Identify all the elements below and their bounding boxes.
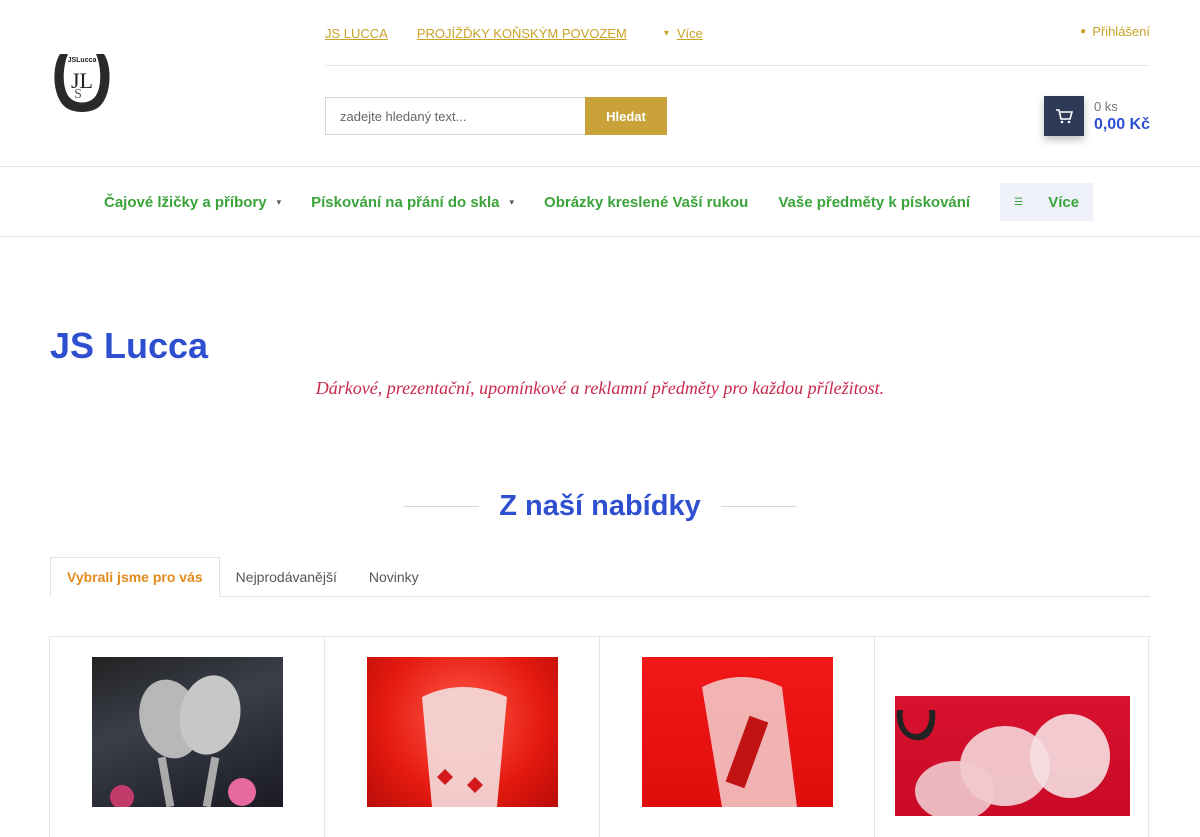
engraved-glass-image: [422, 687, 507, 807]
cart-widget[interactable]: 0 ks 0,00 Kč: [1043, 96, 1150, 136]
chevron-down-icon: ▾: [276, 196, 282, 207]
login-label: Přihlášení: [1092, 24, 1150, 39]
section-title: Z naší nabídky: [499, 490, 701, 522]
product-grid: [49, 636, 1151, 837]
section-heading: Z naší nabídky: [0, 490, 1200, 523]
chevron-down-icon: ▾: [509, 196, 515, 207]
search-input[interactable]: [325, 97, 585, 135]
product-image[interactable]: [642, 657, 833, 807]
top-link-projizdky[interactable]: PROJÍŽĎKY KOŇSKÝM POVOZEM: [417, 26, 627, 41]
product-card[interactable]: [49, 637, 324, 837]
site-header: JSLucca JL S JS LUCCA PROJÍŽĎKY KOŇSKÝM …: [0, 0, 1200, 166]
product-image[interactable]: [92, 657, 283, 807]
tagline: Dárkové, prezentační, upomínkové a rekla…: [315, 378, 885, 398]
nav-more-label: Více: [1048, 193, 1080, 211]
tab-nejprodavanejsi[interactable]: Nejprodávanější: [220, 557, 353, 597]
nav-item-label: Čajové lžičky a příbory: [104, 193, 267, 211]
cart-button[interactable]: [1043, 96, 1084, 136]
engraved-glass-image: [702, 677, 797, 807]
product-card[interactable]: [324, 637, 599, 837]
top-more-menu[interactable]: ▾ Více: [664, 26, 703, 41]
chevron-down-icon: ▾: [663, 27, 669, 39]
nav-item-label: Obrázky kreslené Vaší rukou: [544, 193, 749, 211]
product-tabs: Vybrali jsme pro vás Nejprodávanější Nov…: [50, 557, 1150, 597]
product-card[interactable]: [599, 637, 874, 837]
nav-item-obrazky[interactable]: Obrázky kreslené Vaší rukou: [544, 183, 748, 221]
tab-novinky[interactable]: Novinky: [353, 557, 435, 597]
site-logo[interactable]: JSLucca JL S: [50, 48, 114, 118]
heading-divider-left: [404, 506, 480, 507]
cart-info: 0 ks 0,00 Kč: [1094, 96, 1150, 134]
top-more-link[interactable]: Více: [677, 26, 703, 41]
top-link-js-lucca[interactable]: JS LUCCA: [325, 26, 388, 41]
product-image[interactable]: [367, 657, 558, 807]
heading-divider-right: [720, 506, 796, 507]
nav-item-piskovani[interactable]: Pískování na přání do skla ▾: [311, 183, 514, 221]
main-navigation: Čajové lžičky a příbory ▾ Pískování na p…: [0, 166, 1200, 237]
shopping-cart-icon: [1055, 109, 1073, 124]
nav-item-label: Pískování na přání do skla: [311, 193, 500, 211]
nav-item-vase-predmety[interactable]: Vaše předměty k pískování: [778, 183, 970, 221]
tab-vybrali-jsme[interactable]: Vybrali jsme pro vás: [50, 557, 220, 597]
search-form: Hledat: [325, 97, 667, 135]
engraved-wine-glasses-image: [896, 710, 1110, 816]
nav-item-label: Vaše předměty k pískování: [778, 193, 971, 211]
top-links: JS LUCCA PROJÍŽĎKY KOŇSKÝM POVOZEM ▾ Víc…: [325, 24, 703, 42]
nav-more-button[interactable]: ☰ Více: [1000, 183, 1094, 221]
product-image[interactable]: [895, 696, 1130, 816]
nav-items: Čajové lžičky a příbory ▾ Pískování na p…: [104, 183, 1094, 221]
user-icon: ●: [1080, 26, 1087, 37]
cart-total: 0,00 Kč: [1093, 116, 1150, 133]
engraved-spoons-image: [110, 675, 256, 807]
menu-icon: ☰: [1014, 196, 1024, 208]
search-button[interactable]: Hledat: [585, 97, 667, 135]
horseshoe-logo-icon: JSLucca JL S: [54, 54, 110, 112]
nav-item-lzicky[interactable]: Čajové lžičky a příbory ▾: [104, 183, 281, 221]
svg-text:JSLucca: JSLucca: [68, 57, 97, 64]
login-link[interactable]: ● Přihlášení: [1080, 24, 1150, 39]
page-title: JS Lucca: [50, 325, 209, 366]
svg-text:S: S: [74, 87, 82, 102]
header-divider: [325, 65, 1150, 66]
product-card[interactable]: [874, 637, 1149, 837]
cart-count: 0 ks: [1093, 99, 1118, 114]
